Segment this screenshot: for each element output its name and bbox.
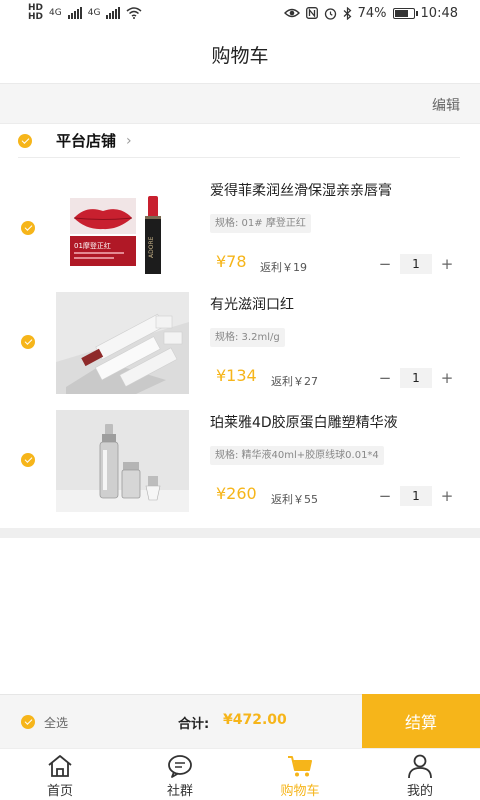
product-price: ¥134	[216, 366, 257, 385]
battery-percent: 74%	[357, 5, 387, 21]
product-title[interactable]: 爱得菲柔润丝滑保湿亲亲唇膏	[210, 180, 392, 200]
lipstick-brand-text: ADORE	[148, 236, 155, 258]
hd-label-2: HD	[28, 12, 44, 22]
tab-label: 社群	[166, 784, 193, 799]
product-rebate: 返利￥19	[260, 261, 307, 274]
product-rebate: 返利￥27	[271, 375, 318, 388]
section-divider	[0, 528, 480, 538]
cart-icon	[288, 756, 312, 777]
tab-label: 我的	[406, 784, 433, 799]
checkout-button[interactable]: 结算	[362, 694, 480, 748]
quantity-input[interactable]: 1	[400, 254, 432, 274]
total-label: 合计:	[178, 717, 210, 732]
checkout-bar: 全选 合计: ¥472.00 结算	[0, 694, 480, 748]
network-label-2: 4G	[87, 8, 101, 18]
cart-item: 有光滋润口红 规格: 3.2ml/g ¥134 返利￥27 − 1 +	[0, 284, 480, 402]
eye-icon	[283, 8, 300, 18]
store-header[interactable]: 平台店铺 ›	[18, 124, 460, 158]
minus-button[interactable]: −	[376, 369, 394, 387]
quantity-stepper: − 1 +	[376, 486, 456, 506]
store-name: 平台店铺	[56, 132, 117, 150]
signal-icon-2	[106, 7, 121, 19]
product-spec[interactable]: 规格: 01# 摩登正红	[210, 214, 311, 233]
product-image-lipstick-set[interactable]	[56, 292, 189, 394]
product-spec[interactable]: 规格: 精华液40ml+胶原线球0.01*4	[210, 446, 384, 465]
status-left: HD HD 4G 4G	[28, 4, 142, 22]
total-value: ¥472.00	[223, 712, 287, 728]
alarm-icon	[324, 7, 336, 20]
product-price: ¥78	[216, 252, 247, 271]
lipstick-shade-caption: 01摩登正红	[74, 241, 111, 250]
select-all-check-icon[interactable]	[21, 715, 35, 729]
cart-item: 01摩登正红 ADORE 爱得菲柔润丝滑保湿亲亲唇膏 规格: 01# 摩登正红 …	[0, 170, 480, 288]
tab-community[interactable]: 社群	[120, 749, 240, 800]
tab-label: 首页	[46, 784, 73, 799]
minus-button[interactable]: −	[376, 487, 394, 505]
plus-button[interactable]: +	[438, 487, 456, 505]
status-right: 74% 10:48	[283, 5, 458, 21]
plus-button[interactable]: +	[438, 255, 456, 273]
store-check-icon[interactable]	[18, 133, 32, 148]
quantity-input[interactable]: 1	[400, 368, 432, 388]
item-check-icon[interactable]	[21, 335, 35, 349]
item-check-icon[interactable]	[21, 453, 35, 467]
edit-bar: 编辑	[0, 84, 480, 124]
minus-button[interactable]: −	[376, 255, 394, 273]
battery-icon	[392, 7, 418, 19]
chevron-right-icon: ›	[126, 132, 132, 149]
plus-button[interactable]: +	[438, 369, 456, 387]
product-image-serum[interactable]	[56, 410, 189, 512]
page-title: 购物车	[0, 26, 480, 84]
product-spec[interactable]: 规格: 3.2ml/g	[210, 328, 285, 347]
nfc-icon	[305, 7, 318, 19]
tab-label: 购物车	[280, 784, 320, 799]
tab-home[interactable]: 首页	[0, 749, 120, 800]
quantity-stepper: − 1 +	[376, 254, 456, 274]
tab-me[interactable]: 我的	[360, 749, 480, 800]
status-bar: HD HD 4G 4G 74% 10:48	[0, 0, 480, 26]
battery-fill	[394, 9, 408, 17]
network-label-1: 4G	[49, 8, 62, 18]
product-image-lipstick[interactable]: 01摩登正红 ADORE	[56, 178, 189, 280]
chat-icon	[168, 755, 192, 778]
quantity-input[interactable]: 1	[400, 486, 432, 506]
wifi-icon	[126, 7, 142, 19]
cart-item: 珀莱雅4D胶原蛋白雕塑精华液 规格: 精华液40ml+胶原线球0.01*4 ¥2…	[0, 402, 480, 520]
tab-bar: 首页 社群 购物车 我的	[0, 748, 480, 800]
product-title[interactable]: 珀莱雅4D胶原蛋白雕塑精华液	[210, 412, 398, 432]
product-rebate: 返利￥55	[271, 493, 318, 506]
quantity-stepper: − 1 +	[376, 368, 456, 388]
bluetooth-icon	[343, 6, 352, 20]
tab-cart[interactable]: 购物车	[240, 749, 360, 800]
product-price: ¥260	[216, 484, 257, 503]
select-all-label[interactable]: 全选	[44, 714, 68, 731]
user-icon	[408, 754, 432, 779]
item-check-icon[interactable]	[21, 221, 35, 235]
clock: 10:48	[420, 5, 458, 21]
hd-indicator: HD HD	[28, 4, 43, 22]
product-title[interactable]: 有光滋润口红	[210, 294, 294, 314]
home-icon	[48, 755, 72, 777]
edit-button[interactable]: 编辑	[432, 95, 460, 115]
signal-icon	[67, 7, 82, 19]
